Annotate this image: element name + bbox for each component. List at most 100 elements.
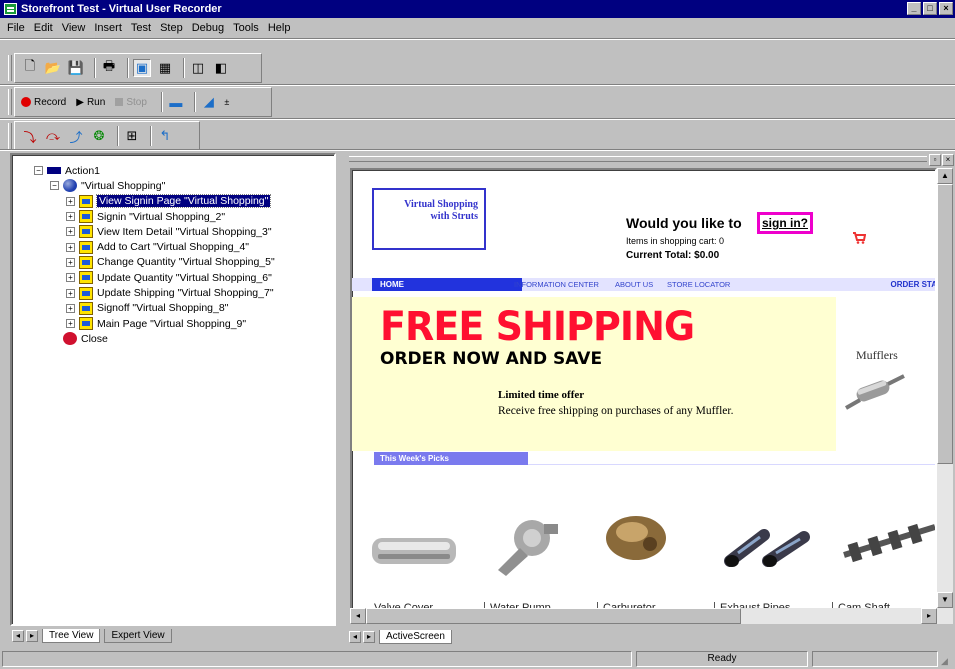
menu-file[interactable]: File — [4, 22, 31, 34]
menu-insert[interactable]: Insert — [91, 22, 128, 34]
tree-node[interactable]: + Add to Cart "Virtual Shopping_4" — [34, 239, 275, 254]
toolbar-separator — [193, 92, 196, 112]
tree-node[interactable]: + View Signin Page "Virtual Shopping" — [34, 194, 275, 209]
scroll-right-icon[interactable]: ▸ — [921, 608, 937, 624]
tab-tree-view[interactable]: Tree View — [42, 629, 101, 643]
object-spy-icon[interactable]: ⊞ — [123, 127, 141, 145]
horizontal-scrollbar[interactable]: ◂ ▸ — [350, 608, 953, 624]
nav-information-center[interactable]: INFORMATION CENTER — [514, 278, 599, 291]
run-button[interactable]: ▶ Run — [76, 97, 105, 108]
nav-order-status[interactable]: ORDER STA — [890, 278, 935, 291]
resize-grip-icon[interactable]: ◢ — [941, 656, 953, 668]
tab-scroll-right-icon[interactable]: ▸ — [26, 630, 38, 642]
expand-icon[interactable]: + — [66, 257, 75, 267]
expand-icon[interactable]: + — [66, 303, 75, 313]
menu-edit[interactable]: Edit — [31, 22, 59, 34]
cam-shaft-image[interactable] — [840, 515, 937, 570]
valve-cover-image[interactable] — [370, 530, 460, 570]
menu-help[interactable]: Help — [265, 22, 297, 34]
sign-in-link[interactable]: sign in? — [757, 212, 813, 234]
toolbar-grip[interactable] — [8, 89, 12, 115]
new-file-icon[interactable]: 🗋 — [21, 58, 39, 77]
vertical-scroll-thumb[interactable] — [937, 184, 953, 464]
minimize-button[interactable]: _ — [907, 2, 921, 15]
save-icon[interactable]: 💾 — [67, 59, 85, 77]
tab-expert-view[interactable]: Expert View — [104, 629, 172, 643]
dropdown-arrow-icon[interactable]: ± — [223, 93, 231, 111]
active-screen-icon[interactable]: ▣ — [133, 59, 151, 77]
vertical-scrollbar[interactable]: ▲ ▼ — [937, 168, 953, 608]
tree-node[interactable]: + Main Page "Virtual Shopping_9" — [34, 316, 275, 331]
horizontal-scroll-thumb[interactable] — [366, 608, 741, 624]
tree-node[interactable]: Close — [34, 331, 275, 346]
step-over-icon[interactable]: ⤼ — [44, 127, 62, 145]
expand-icon[interactable]: + — [66, 288, 75, 298]
tree-node[interactable]: − "Virtual Shopping" — [34, 178, 275, 193]
object-repository-icon[interactable]: ◫ — [189, 59, 207, 77]
breakpoint-icon[interactable]: ❂ — [90, 127, 108, 145]
collapse-icon[interactable]: − — [50, 181, 59, 191]
close-button[interactable]: × — [939, 2, 953, 15]
tree-view-panel[interactable]: − Action1− "Virtual Shopping" + View Signin … — [10, 153, 336, 626]
record-icon — [21, 97, 31, 107]
step-into-icon[interactable]: ⤵ — [21, 127, 39, 145]
menu-tools[interactable]: Tools — [230, 22, 265, 34]
nav-about-us[interactable]: ABOUT US — [615, 278, 653, 291]
site-logo[interactable]: Virtual Shopping with Struts — [372, 188, 486, 250]
insert-checkpoint-icon[interactable]: ▬ — [167, 93, 185, 111]
mufflers-label[interactable]: Mufflers — [856, 348, 898, 363]
tree-node[interactable]: + Signoff "Virtual Shopping_8" — [34, 301, 275, 316]
tree-node-label: Update Quantity "Virtual Shopping_6" — [97, 271, 272, 284]
tree-node[interactable]: + Update Quantity "Virtual Shopping_6" — [34, 270, 275, 285]
pane-splitter[interactable] — [336, 153, 347, 647]
tree-node[interactable]: − Action1 — [34, 163, 275, 178]
record-button[interactable]: Record — [21, 97, 66, 108]
cart-icon[interactable] — [852, 232, 867, 244]
menu-debug[interactable]: Debug — [189, 22, 230, 34]
stop-button[interactable]: Stop — [115, 97, 147, 108]
exhaust-pipes-image[interactable] — [724, 525, 816, 570]
menu-test[interactable]: Test — [128, 22, 157, 34]
nav-store-locator[interactable]: STORE LOCATOR — [667, 278, 730, 291]
expand-icon[interactable]: + — [66, 242, 75, 252]
menu-view[interactable]: View — [59, 22, 92, 34]
scroll-down-icon[interactable]: ▼ — [937, 592, 953, 608]
data-table-icon[interactable]: ▦ — [156, 59, 174, 77]
tab-active-screen[interactable]: ActiveScreen — [379, 630, 452, 644]
tab-scroll-right-icon[interactable]: ▸ — [363, 631, 375, 643]
results-icon[interactable]: ↰ — [156, 127, 174, 145]
new-step-icon[interactable]: ◢ — [200, 93, 218, 111]
toolbar-grip[interactable] — [8, 55, 12, 81]
open-folder-icon[interactable]: 📂 — [44, 59, 62, 77]
expand-icon[interactable]: + — [66, 319, 75, 329]
print-icon[interactable]: 🖶 — [100, 58, 118, 77]
close-pane-icon[interactable]: × — [942, 154, 954, 166]
expand-icon[interactable]: + — [66, 212, 75, 222]
nav-home[interactable]: HOME — [372, 278, 522, 291]
tree-node[interactable]: + View Item Detail "Virtual Shopping_3" — [34, 224, 275, 239]
site-nav: HOME INFORMATION CENTER ABOUT US STORE L… — [352, 278, 935, 291]
expand-icon[interactable]: + — [66, 196, 75, 206]
menu-step[interactable]: Step — [157, 22, 189, 34]
step-view-icon[interactable]: ◧ — [212, 59, 230, 77]
scroll-left-icon[interactable]: ◂ — [350, 608, 366, 624]
expand-icon[interactable]: + — [66, 273, 75, 283]
active-screen-browser[interactable]: Virtual Shopping with Struts Would you l… — [350, 168, 937, 618]
tree-node[interactable]: + Signin "Virtual Shopping_2" — [34, 209, 275, 224]
tree-node[interactable]: + Update Shipping "Virtual Shopping_7" — [34, 285, 275, 300]
step-out-icon[interactable]: ⤴ — [67, 127, 85, 145]
tree-node[interactable]: + Change Quantity "Virtual Shopping_5" — [34, 255, 275, 270]
expand-icon[interactable]: + — [66, 227, 75, 237]
collapse-icon[interactable]: − — [34, 166, 43, 176]
carburetor-image[interactable] — [598, 508, 674, 568]
muffler-image[interactable] — [842, 370, 912, 420]
restore-pane-icon[interactable]: ▫ — [929, 154, 941, 166]
tab-scroll-left-icon[interactable]: ◂ — [12, 630, 24, 642]
toolbar-grip[interactable] — [8, 123, 12, 149]
maximize-button[interactable]: □ — [923, 2, 937, 15]
tab-scroll-left-icon[interactable]: ◂ — [349, 631, 361, 643]
water-pump-image[interactable] — [490, 510, 570, 580]
tree-node-label: Action1 — [65, 164, 101, 177]
promo-banner[interactable]: FREE SHIPPING ORDER NOW AND SAVE Limited… — [352, 297, 836, 451]
scroll-up-icon[interactable]: ▲ — [937, 168, 953, 184]
